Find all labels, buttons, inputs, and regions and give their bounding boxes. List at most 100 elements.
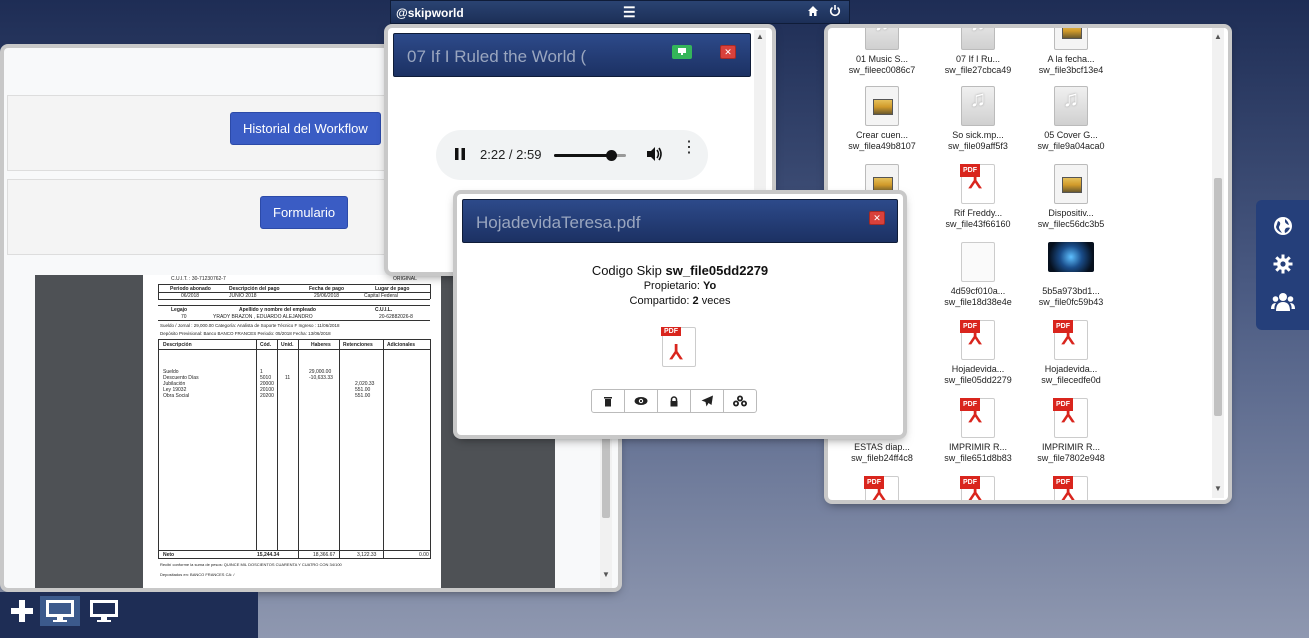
desktop-icon[interactable] [40,596,80,626]
file-item[interactable]: PDF ⅄ [1025,476,1117,500]
pdf-file-icon: PDF ⅄ [864,476,899,500]
file-name: 01 Music S... [855,54,909,64]
files-scrollbar[interactable]: ▲ ▼ [1212,28,1224,498]
pause-icon[interactable] [454,147,466,166]
pdf-file-icon: PDF ⅄ [960,476,995,500]
payslip-legajo-h: Legajo [171,307,188,313]
payslip-sueldo: Sueldo / Jornal : 29,000.00 Categoría: A… [160,323,340,328]
scroll-up-icon[interactable]: ▲ [1214,32,1222,41]
scroll-down-icon[interactable]: ▼ [1214,484,1222,493]
payslip-neto-value: 15,244.34 [257,552,280,558]
payslip-total-adic: 0.00 [419,552,429,558]
users-icon[interactable] [1270,292,1296,318]
progress-track[interactable] [554,150,626,161]
file-name: A la fecha... [1047,54,1095,64]
compartido-value: 2 [692,295,699,307]
pdf-file-icon: PDF ⅄ [1053,398,1088,438]
file-item[interactable]: PDF ⅄ IMPRIMIR R... sw_file651d8b83 [932,398,1024,464]
payslip-cell: 11 [285,375,291,381]
more-options-icon[interactable]: ⋮ [681,140,697,156]
payslip-h1: Periodo abonado [170,286,211,292]
trash-icon[interactable] [591,389,625,413]
payslip-cuit: C.U.I.T. : 30-71230762-7 [171,276,226,282]
file-id: sw_filea49b8107 [848,141,916,151]
image-file-icon [865,86,899,126]
payslip-col6: Adicionales [387,342,416,348]
file-item[interactable]: PDF ⅄ Hojadevida... sw_filecedfe0d [1025,320,1117,386]
add-icon[interactable] [2,596,42,626]
eye-icon[interactable] [624,389,658,413]
formulario-button[interactable]: Formulario [260,196,349,229]
screen-icon[interactable] [672,45,692,59]
taskbar [0,592,258,638]
file-id: sw_file43f66160 [945,219,1011,229]
home-icon[interactable] [807,5,819,20]
top-bar: @skipworld ☰ [390,0,850,24]
file-item[interactable]: ♫ So sick.mp... sw_file09aff5f3 [932,86,1024,152]
file-info-close-button[interactable]: ✕ [869,211,885,225]
compartido-suffix: veces [701,295,731,307]
file-item[interactable]: PDF ⅄ [932,476,1024,500]
file-item[interactable]: PDF ⅄ Hojadevida... sw_file05dd2279 [932,320,1024,386]
file-item[interactable]: PDF ⅄ IMPRIMIR R... sw_file7802e948 [1025,398,1117,464]
propietario-line: Propietario: Yo [457,280,903,292]
codigo-value: sw_file05dd2279 [665,263,769,278]
file-id: sw_filec56dc3b5 [1037,219,1105,229]
globe-icon[interactable] [1270,216,1296,242]
file-item[interactable]: 5b5a973bd1... sw_file0fc59b43 [1025,242,1117,308]
file-item[interactable]: PDF ⅄ Rif Freddy... sw_file43f66160 [932,164,1024,230]
payslip-col5: Retenciones [343,342,373,348]
payslip-r1: 06/2018 [181,293,200,299]
scroll-down-icon[interactable]: ▼ [602,570,610,579]
pdf-file-icon[interactable]: PDF ⅄ [661,327,696,367]
file-id: sw_file18d38e4e [944,297,1012,307]
historial-workflow-button[interactable]: Historial del Workflow [230,112,381,145]
codigo-label: Codigo Skip [591,263,662,278]
compartido-label: Compartido: [629,295,690,307]
file-item[interactable]: ♫ 07 If I Ru...sw_file27cbca49 [932,28,1024,76]
payslip-original: ORIGINAL [393,276,417,282]
file-item[interactable]: PDF ⅄ [836,476,928,500]
file-item[interactable]: ♫ 05 Cover G... sw_file9a04aca0 [1025,86,1117,152]
files-scroll-thumb[interactable] [1214,178,1222,416]
file-name: Crear cuen... [855,130,909,140]
file-id: sw_file9a04aca0 [1037,141,1105,151]
lock-icon[interactable] [657,389,691,413]
share-icon[interactable] [723,389,757,413]
file-item[interactable]: 4d59cf010a... sw_file18d38e4e [932,242,1024,308]
file-item[interactable]: ♫ 01 Music S...sw_fileec0086c7 [836,28,928,76]
file-info-title: HojadevidaTeresa.pdf [476,213,641,232]
side-dock [1256,200,1309,330]
gear-icon[interactable] [1270,254,1296,280]
file-name: Hojadevida... [1044,364,1098,374]
image-file-icon [1054,164,1088,204]
payslip-recibi: Recibí conforme la suma de pesos: QUINCE… [160,562,342,567]
payslip-r4: Capital Federal [364,293,398,299]
desktop-icon[interactable] [84,596,124,626]
image-file-icon [1054,28,1088,50]
scroll-up-icon[interactable]: ▲ [756,32,764,41]
send-icon[interactable] [690,389,724,413]
volume-icon[interactable] [645,145,663,168]
progress-fill [554,154,611,157]
file-item[interactable]: Crear cuen... sw_filea49b8107 [836,86,928,152]
power-icon[interactable] [829,4,841,20]
file-name: 05 Cover G... [1044,130,1098,140]
file-name: Rif Freddy... [953,208,1003,218]
file-name: Dispositiv... [1048,208,1094,218]
payslip-legajo: 70 [181,314,187,320]
music-close-button[interactable]: ✕ [720,45,736,59]
file-info-header: HojadevidaTeresa.pdf ✕ [462,199,898,243]
playback-time: 2:22 / 2:59 [480,147,542,162]
payslip-cuil: 20-62882026-8 [379,314,413,320]
payslip-cell: 551.00 [355,393,371,399]
progress-knob[interactable] [605,150,617,161]
hamburger-icon[interactable]: ☰ [623,5,636,19]
file-name: 5b5a973bd1... [1042,286,1100,296]
file-id: sw_file09aff5f3 [948,141,1008,151]
file-item[interactable]: Dispositiv... sw_filec56dc3b5 [1025,164,1117,230]
payslip-r2: JUNIO 2018 [229,293,257,299]
audio-player[interactable]: 2:22 / 2:59 ⋮ [436,130,708,180]
file-item[interactable]: A la fecha... sw_file3bcf13e4 [1025,28,1117,76]
payslip-cuil-h: C.U.I.L. [375,307,393,313]
